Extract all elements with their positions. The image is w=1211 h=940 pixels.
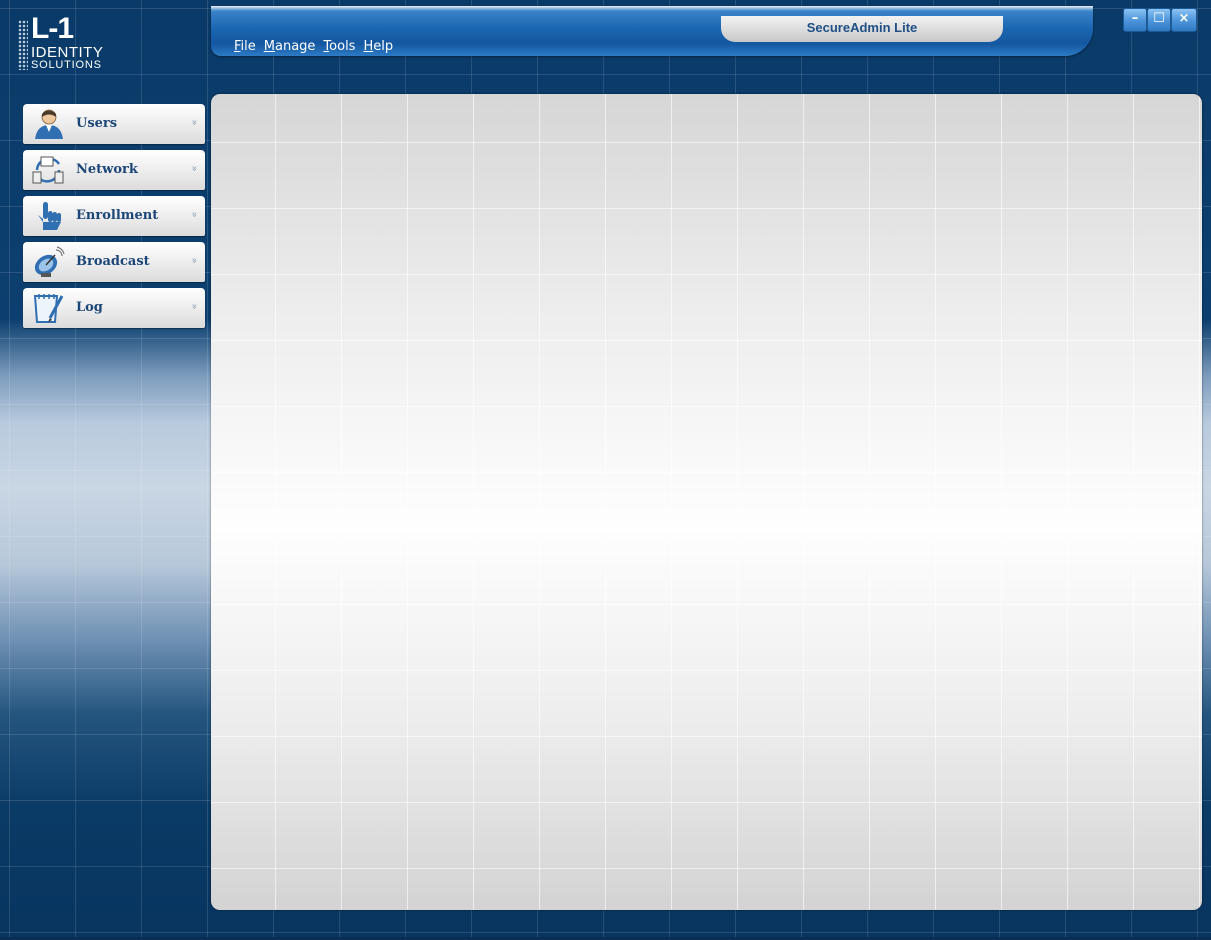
logo-dots — [18, 20, 28, 70]
menu-bar: File Manage Tools Help — [234, 38, 393, 56]
chevron-down-icon: » — [188, 257, 200, 264]
window-title: SecureAdmin Lite — [721, 16, 1003, 42]
chevron-down-icon: » — [188, 303, 200, 310]
sidebar-item-broadcast[interactable]: Broadcast » — [23, 242, 205, 282]
close-button[interactable]: × — [1171, 8, 1197, 32]
app-window: L-1 IDENTITY SOLUTIONS SecureAdmin Lite … — [0, 0, 1211, 940]
window-controls: – ☐ × — [1123, 8, 1197, 32]
logo-mark: L-1 — [31, 12, 74, 45]
sidebar: Users » Network » Enrollment » Broadcast… — [23, 104, 205, 334]
menu-help[interactable]: Help — [363, 38, 393, 56]
chevron-down-icon: » — [188, 165, 200, 172]
panel-grid — [211, 94, 1202, 910]
company-logo: L-1 IDENTITY SOLUTIONS — [18, 14, 128, 74]
sidebar-item-label: Network — [76, 162, 138, 177]
menu-tools[interactable]: Tools — [323, 38, 355, 56]
menu-manage[interactable]: Manage — [264, 38, 316, 56]
main-content-panel — [211, 94, 1202, 910]
notepad-icon — [31, 292, 65, 324]
sidebar-item-log[interactable]: Log » — [23, 288, 205, 328]
sidebar-item-label: Enrollment — [76, 208, 159, 223]
user-icon — [31, 108, 65, 140]
chevron-down-icon: » — [188, 211, 200, 218]
sidebar-item-label: Users — [76, 116, 118, 131]
menu-file[interactable]: File — [234, 38, 256, 56]
hand-pointer-icon — [31, 200, 65, 232]
sidebar-item-users[interactable]: Users » — [23, 104, 205, 144]
maximize-button[interactable]: ☐ — [1147, 8, 1171, 32]
chevron-down-icon: » — [188, 119, 200, 126]
sidebar-item-enrollment[interactable]: Enrollment » — [23, 196, 205, 236]
sidebar-item-network[interactable]: Network » — [23, 150, 205, 190]
logo-line1: IDENTITY — [31, 44, 104, 61]
minimize-button[interactable]: – — [1123, 8, 1147, 32]
sidebar-item-label: Log — [76, 300, 103, 315]
satellite-dish-icon — [31, 246, 65, 278]
sidebar-item-label: Broadcast — [76, 254, 150, 269]
logo-line2: SOLUTIONS — [31, 59, 102, 71]
network-icon — [31, 154, 65, 186]
